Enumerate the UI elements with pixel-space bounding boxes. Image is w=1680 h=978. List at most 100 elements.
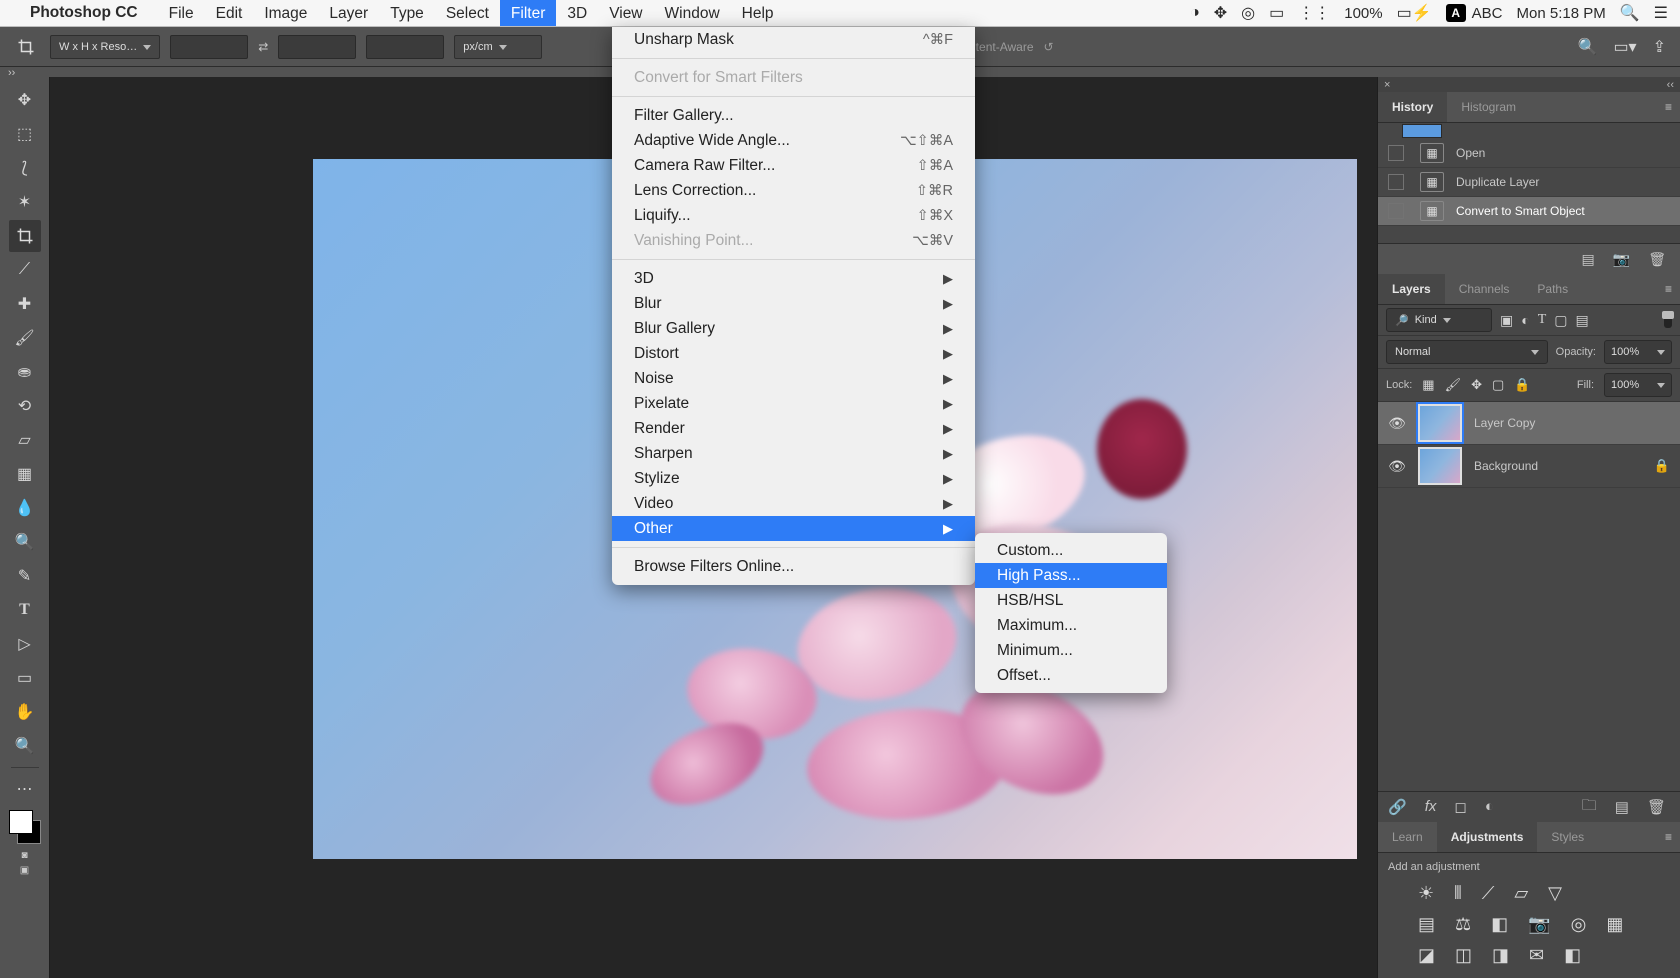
history-brush-tool-icon[interactable]: ⟲ (9, 390, 41, 422)
healing-brush-tool-icon[interactable]: ✚ (9, 288, 41, 320)
tab-history[interactable]: History (1378, 92, 1447, 122)
fx-icon[interactable]: fx (1425, 798, 1437, 816)
filter-smart-icon[interactable]: ▤ (1576, 312, 1589, 329)
battery-icon[interactable]: ▭⚡ (1397, 3, 1432, 23)
clone-stamp-tool-icon[interactable]: ⛂ (9, 356, 41, 388)
eraser-tool-icon[interactable]: ▱ (9, 424, 41, 456)
invert-icon[interactable]: ◪ (1418, 945, 1435, 966)
visibility-icon[interactable]: 👁 (1388, 458, 1406, 475)
levels-icon[interactable]: ⫴ (1454, 883, 1462, 904)
crop-unit-dropdown[interactable]: px/cm (454, 35, 542, 59)
layer-mask-icon[interactable]: ◻ (1454, 798, 1466, 816)
menu-3d[interactable]: 3D (556, 0, 598, 26)
tab-histogram[interactable]: Histogram (1447, 92, 1530, 122)
foreground-swatch[interactable] (9, 810, 33, 834)
other-submenu-item[interactable]: Maximum... (975, 613, 1167, 638)
filter-menu-item[interactable]: Filter Gallery... (612, 103, 975, 128)
zoom-tool-icon[interactable]: 🔍 (9, 730, 41, 762)
filter-menu-item[interactable]: Blur Gallery▶ (612, 316, 975, 341)
arrange-icon[interactable]: ▭▾ (1613, 37, 1636, 57)
tab-layers[interactable]: Layers (1378, 274, 1445, 304)
filter-menu-item[interactable]: Video▶ (612, 491, 975, 516)
layer-item[interactable]: 👁 Background 🔒 (1378, 445, 1680, 488)
menu-filter[interactable]: Filter (500, 0, 556, 26)
color-balance-icon[interactable]: ⚖ (1455, 914, 1471, 935)
type-tool-icon[interactable]: T (9, 594, 41, 626)
hand-tool-icon[interactable]: ✋ (9, 696, 41, 728)
other-submenu-item[interactable]: Custom... (975, 538, 1167, 563)
screen-mode-icon[interactable]: ▣ (20, 865, 29, 876)
filter-menu-item[interactable]: Liquify...⇧⌘X (612, 203, 975, 228)
delete-state-icon[interactable]: 🗑 (1648, 251, 1666, 268)
blur-tool-icon[interactable]: 💧 (9, 492, 41, 524)
clock[interactable]: Mon 5:18 PM (1517, 5, 1606, 22)
marquee-tool-icon[interactable]: ⬚ (9, 118, 41, 150)
fill-input[interactable]: 100% (1604, 373, 1672, 397)
magic-wand-tool-icon[interactable]: ✶ (9, 186, 41, 218)
delete-layer-icon[interactable]: 🗑 (1647, 798, 1666, 816)
history-item[interactable]: ▦ Open (1378, 139, 1680, 168)
history-check[interactable] (1388, 145, 1404, 161)
panel-close-icon[interactable]: × (1384, 79, 1390, 91)
lasso-tool-icon[interactable]: ⟅ (9, 152, 41, 184)
posterize-icon[interactable]: ◫ (1455, 945, 1472, 966)
airplay-icon[interactable]: ▭ (1269, 3, 1284, 23)
filter-menu-item[interactable]: Distort▶ (612, 341, 975, 366)
layer-thumb[interactable] (1418, 447, 1462, 485)
dropbox-icon[interactable]: ✥ (1214, 3, 1227, 23)
wifi-icon[interactable]: ⋮⋮ (1298, 3, 1330, 23)
crop-res-input[interactable] (366, 35, 444, 59)
menu-help[interactable]: Help (731, 0, 785, 26)
crop-width-input[interactable] (170, 35, 248, 59)
menu-image[interactable]: Image (253, 0, 318, 26)
adjustment-layer-icon[interactable]: ◐ (1485, 798, 1494, 816)
exposure-icon[interactable]: ▱ (1514, 883, 1528, 904)
bw-icon[interactable]: ◧ (1491, 914, 1508, 935)
input-source[interactable]: A ABC (1446, 4, 1503, 22)
search-icon[interactable]: 🔍 (1578, 37, 1598, 57)
reset-icon[interactable]: ↺ (1044, 40, 1054, 54)
crop-tool-icon[interactable] (12, 33, 40, 61)
edit-toolbar-icon[interactable]: ⋯ (9, 773, 41, 805)
menu-edit[interactable]: Edit (205, 0, 254, 26)
menu-select[interactable]: Select (435, 0, 500, 26)
gradient-map-icon[interactable]: ✉ (1529, 945, 1544, 966)
history-snapshot-row[interactable] (1378, 123, 1680, 139)
new-doc-from-state-icon[interactable]: ▤ (1582, 251, 1595, 268)
menu-file[interactable]: File (158, 0, 205, 26)
brush-tool-icon[interactable]: 🖌 (9, 322, 41, 354)
filter-menu-item[interactable]: Adaptive Wide Angle...⌥⇧⌘A (612, 128, 975, 153)
filter-pixel-icon[interactable]: ▣ (1500, 312, 1513, 329)
menu-type[interactable]: Type (379, 0, 435, 26)
filter-shape-icon[interactable]: ▢ (1554, 312, 1567, 329)
pen-tool-icon[interactable]: ✎ (9, 560, 41, 592)
crop-height-input[interactable] (278, 35, 356, 59)
history-item[interactable]: ▦ Convert to Smart Object (1378, 197, 1680, 226)
lock-all-icon[interactable]: 🔒 (1514, 377, 1530, 393)
filter-menu-item[interactable]: Lens Correction...⇧⌘R (612, 178, 975, 203)
shape-tool-icon[interactable]: ▭ (9, 662, 41, 694)
layer-filter-kind[interactable]: 🔎 Kind (1386, 308, 1492, 332)
other-submenu-item[interactable]: HSB/HSL (975, 588, 1167, 613)
snapshot-icon[interactable]: 📷 (1613, 251, 1630, 268)
move-tool-icon[interactable]: ✥ (9, 84, 41, 116)
eyedropper-tool-icon[interactable]: ⟋ (9, 254, 41, 286)
history-item[interactable]: ▦ Duplicate Layer (1378, 168, 1680, 197)
threshold-icon[interactable]: ◨ (1492, 945, 1509, 966)
blend-mode-select[interactable]: Normal (1386, 340, 1548, 364)
filter-adjust-icon[interactable]: ◐ (1521, 312, 1529, 328)
filter-menu-item[interactable]: Pixelate▶ (612, 391, 975, 416)
filter-menu-item[interactable]: Sharpen▶ (612, 441, 975, 466)
layer-lock-icon[interactable]: 🔒 (1654, 458, 1670, 474)
lock-position-icon[interactable]: ✥ (1471, 377, 1482, 393)
menu-window[interactable]: Window (654, 0, 731, 26)
photo-filter-icon[interactable]: 📷 (1528, 914, 1550, 935)
filter-type-icon[interactable]: T (1538, 312, 1547, 328)
filter-menu-item[interactable]: Stylize▶ (612, 466, 975, 491)
group-icon[interactable]: 🗀 (1582, 795, 1597, 820)
menu-view[interactable]: View (598, 0, 653, 26)
tab-learn[interactable]: Learn (1378, 822, 1437, 852)
visibility-icon[interactable]: 👁 (1388, 415, 1406, 432)
share-icon[interactable]: ⇪ (1653, 37, 1666, 57)
tab-channels[interactable]: Channels (1445, 274, 1524, 304)
